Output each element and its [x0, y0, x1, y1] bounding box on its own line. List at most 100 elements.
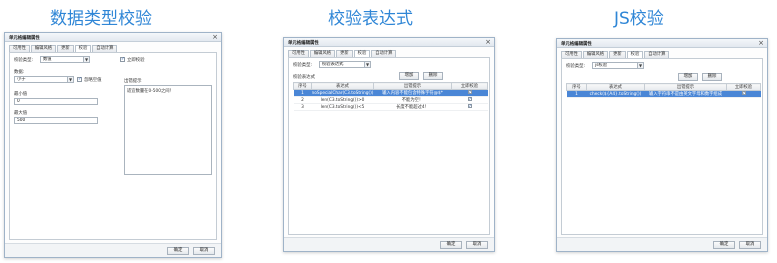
row-error-tip[interactable]: 不能为空！ — [373, 96, 452, 104]
tab-auto-calc[interactable]: 自动计算 — [644, 51, 670, 58]
data-select[interactable]: 小于 ▼ — [14, 76, 74, 83]
tab-edit-style[interactable]: 编辑风格 — [30, 45, 57, 52]
chevron-down-icon: ▼ — [637, 63, 643, 68]
type-select-value: 校验表达式 — [322, 62, 344, 67]
allow-empty-checkbox[interactable]: ✓ — [77, 77, 82, 82]
instant-check-label: 立即校验 — [127, 58, 145, 63]
heading-js-check: JS校验 — [614, 9, 664, 29]
column-header-no[interactable]: 序号 — [566, 83, 587, 91]
tab-bar: 可用性 编辑风格 更新 校验 自动计算 — [9, 45, 118, 52]
min-label: 最小值 — [14, 92, 28, 97]
instant-checkbox[interactable]: ✓ — [467, 97, 472, 102]
table-row[interactable]: 3 len(C3.toString())<5 长度不能超过4！ ✓ — [293, 103, 488, 111]
cancel-button[interactable]: 取消 — [739, 241, 761, 249]
type-select-value: 数值 — [43, 57, 52, 62]
tab-auto-calc[interactable]: 自动计算 — [371, 50, 397, 57]
type-select[interactable]: 数值 ▼ — [40, 56, 90, 63]
max-input[interactable]: 500 — [14, 117, 98, 124]
row-instant-cell: ✓ — [451, 89, 488, 97]
column-header-expression[interactable]: 表达式 — [311, 82, 374, 90]
tab-edit-style[interactable]: 编辑风格 — [582, 51, 609, 58]
instant-checkbox[interactable]: ✓ — [467, 104, 472, 109]
tab-update[interactable]: 更新 — [336, 50, 353, 57]
instant-checkbox[interactable]: ✓ — [741, 91, 746, 96]
tab-update[interactable]: 更新 — [609, 51, 626, 58]
validation-panel: 校验类型: js校验 ▼ 增加 删除 序号 表达式 出错提示 立即校验 1 ch… — [561, 58, 763, 235]
row-expression[interactable]: len(C3.toString())>0 — [311, 96, 374, 104]
add-button[interactable]: 增加 — [399, 72, 419, 80]
column-header-instant[interactable]: 立即校验 — [726, 83, 761, 91]
column-header-instant[interactable]: 立即校验 — [451, 82, 488, 90]
row-no: 3 — [293, 103, 312, 111]
data-select-value: 小于 — [17, 77, 26, 82]
tab-bar: 可用性 编辑风格 更新 校验 自动计算 — [561, 51, 670, 58]
dialog-title: 单元格编辑属性 — [9, 36, 40, 41]
dialog-footer: 确定 取消 — [284, 237, 494, 251]
delete-button[interactable]: 删除 — [702, 73, 722, 81]
instant-checkbox[interactable]: ✓ — [467, 90, 472, 95]
expression-table: 序号 表达式 出错提示 立即校验 1 noSpecialChar(C3.toSt… — [293, 82, 488, 111]
dialog-title: 单元格编辑属性 — [561, 42, 592, 47]
min-input[interactable]: 0 — [14, 98, 98, 105]
delete-button[interactable]: 删除 — [423, 72, 443, 80]
row-instant-cell: ✓ — [451, 103, 488, 111]
column-header-error-tip[interactable]: 出错提示 — [644, 83, 727, 91]
js-expression-table: 序号 表达式 出错提示 立即校验 1 check(${A4}.toString(… — [566, 83, 761, 98]
cancel-button[interactable]: 取消 — [193, 247, 215, 255]
cancel-button[interactable]: 取消 — [466, 241, 488, 249]
close-icon[interactable]: × — [212, 33, 218, 42]
column-header-no[interactable]: 序号 — [293, 82, 312, 90]
table-header-row: 序号 表达式 出错提示 立即校验 — [566, 83, 761, 91]
row-expression[interactable]: len(C3.toString())<5 — [311, 103, 374, 111]
row-expression[interactable]: check(${A4}.toString()) — [586, 90, 645, 98]
max-label: 最大值 — [14, 111, 28, 116]
tab-validation[interactable]: 校验 — [74, 45, 92, 52]
tab-edit-style[interactable]: 编辑风格 — [309, 50, 336, 57]
row-error-tip[interactable]: 输入内容不能包含特殊字符@$* — [373, 89, 452, 97]
dialog-footer: 确定 取消 — [5, 243, 221, 257]
type-label: 校验类型: — [566, 64, 586, 69]
heading-expression-check: 校验表达式 — [328, 9, 413, 29]
table-row[interactable]: 2 len(C3.toString())>0 不能为空！ ✓ — [293, 96, 488, 104]
dialog-footer: 确定 取消 — [557, 237, 767, 251]
tab-availability[interactable]: 可用性 — [561, 51, 582, 58]
ok-button[interactable]: 确定 — [167, 247, 189, 255]
dialog-titlebar: 单元格编辑属性 × — [5, 33, 221, 42]
data-label: 数据: — [14, 70, 25, 75]
close-icon[interactable]: × — [758, 39, 764, 48]
chevron-down-icon: ▼ — [364, 62, 370, 67]
row-expression[interactable]: noSpecialChar(C3.toString()) — [311, 89, 374, 97]
expression-label: 校验表达式 — [293, 75, 315, 80]
tab-update[interactable]: 更新 — [57, 45, 74, 52]
table-row[interactable]: 1 noSpecialChar(C3.toString()) 输入内容不能包含特… — [293, 89, 488, 97]
tip-textarea[interactable]: 适宜数量在0-500之间！ — [124, 85, 212, 175]
tab-availability[interactable]: 可用性 — [288, 50, 309, 57]
allow-empty-label: 忽略空值 — [84, 78, 102, 83]
tab-availability[interactable]: 可用性 — [9, 45, 30, 52]
validation-panel: 校验类型: 数值 ▼ ✓ 立即校验 数据: 小于 ▼ ✓ 忽略空值 出错提示 适… — [9, 52, 217, 240]
type-select[interactable]: 校验表达式 ▼ — [319, 61, 371, 68]
dialog-title: 单元格编辑属性 — [288, 41, 319, 46]
dialog-data-type: 单元格编辑属性 × 可用性 编辑风格 更新 校验 自动计算 校验类型: 数值 ▼… — [4, 32, 222, 258]
row-instant-cell: ✓ — [726, 90, 761, 98]
validation-panel: 校验类型: 校验表达式 ▼ 校验表达式 增加 删除 序号 表达式 出错提示 立即… — [288, 57, 490, 235]
tab-validation[interactable]: 校验 — [353, 50, 371, 57]
row-instant-cell: ✓ — [451, 96, 488, 104]
type-select[interactable]: js校验 ▼ — [592, 62, 644, 69]
row-error-tip[interactable]: 输入字符串不是由英文字母和数字组成 — [644, 90, 727, 98]
add-button[interactable]: 增加 — [678, 73, 698, 81]
type-label: 校验类型: — [14, 58, 34, 63]
column-header-expression[interactable]: 表达式 — [586, 83, 645, 91]
row-error-tip[interactable]: 长度不能超过4！ — [373, 103, 452, 111]
table-row[interactable]: 1 check(${A4}.toString()) 输入字符串不是由英文字母和数… — [566, 90, 761, 98]
close-icon[interactable]: × — [485, 38, 491, 47]
chevron-down-icon: ▼ — [83, 57, 89, 62]
instant-check-checkbox[interactable]: ✓ — [120, 57, 125, 62]
tab-validation[interactable]: 校验 — [626, 51, 644, 58]
column-header-error-tip[interactable]: 出错提示 — [373, 82, 452, 90]
type-label: 校验类型: — [293, 63, 313, 68]
tab-auto-calc[interactable]: 自动计算 — [92, 45, 118, 52]
heading-data-type-check: 数据类型校验 — [50, 9, 152, 29]
ok-button[interactable]: 确定 — [713, 241, 735, 249]
ok-button[interactable]: 确定 — [440, 241, 462, 249]
